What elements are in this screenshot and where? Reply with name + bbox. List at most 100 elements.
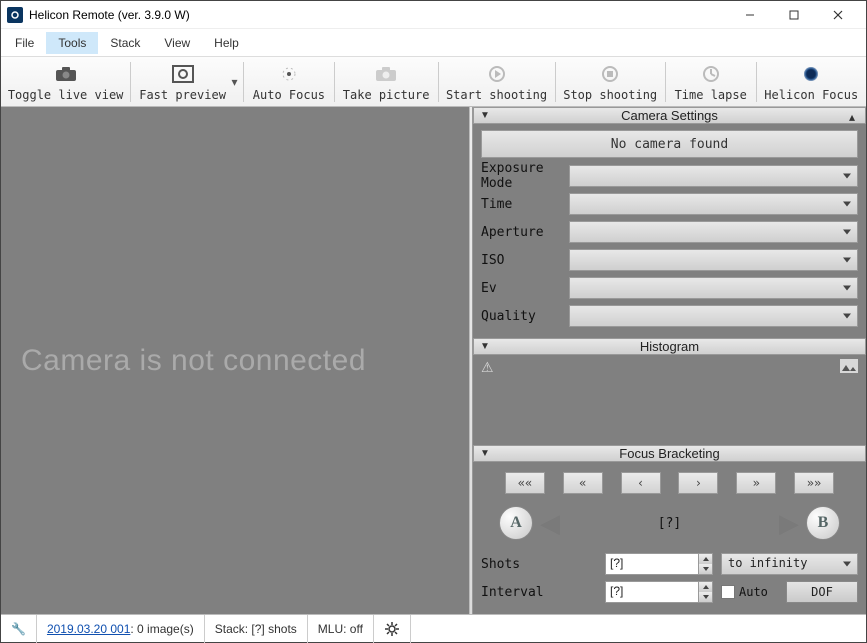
focus-bracketing-header[interactable]: ▼ Focus Bracketing [473,445,866,462]
start-shooting-label: Start shooting [446,88,547,102]
right-panel: ▼ Camera Settings ▴ No camera found Expo… [473,107,866,614]
autofocus-icon [277,62,301,86]
fast-preview-button[interactable]: Fast preview [135,58,230,106]
menu-help[interactable]: Help [202,32,251,54]
tools-status-icon[interactable]: 🔧 [1,615,37,643]
focus-bracketing-body: «« « ‹ › » »» A ◀ [?] ▶ B Shots [?] to i… [473,462,866,614]
interval-label: Interval [481,585,605,600]
interval-down[interactable] [698,592,712,602]
exposure-mode-label: Exposure Mode [481,161,569,191]
aperture-label: Aperture [481,225,569,240]
clock-icon [699,62,723,86]
menu-file[interactable]: File [3,32,46,54]
fast-preview-label: Fast preview [139,88,226,102]
separator [665,62,666,102]
camera-light-icon [374,62,398,86]
interval-value: [?] [610,584,623,598]
separator [130,62,131,102]
auto-checkbox[interactable] [721,585,735,599]
next-arrow-icon[interactable]: ▶ [772,506,806,540]
settings-gear[interactable] [374,615,411,643]
window-title: Helicon Remote (ver. 3.9.0 W) [29,8,728,22]
quality-label: Quality [481,309,569,324]
maximize-button[interactable] [772,1,816,29]
time-combo[interactable] [569,193,858,215]
nav-far-left-button[interactable]: «« [505,472,545,494]
gear-stop-icon [598,62,622,86]
nav-right-button[interactable]: » [736,472,776,494]
menu-view[interactable]: View [152,32,202,54]
camera-settings-body: No camera found Exposure Mode Time Apert… [473,124,866,338]
aperture-combo[interactable] [569,221,858,243]
time-lapse-button[interactable]: Time lapse [670,58,752,106]
session-link[interactable]: 2019.03.20 001 [47,622,130,636]
minimize-button[interactable] [728,1,772,29]
exposure-mode-combo[interactable] [569,165,858,187]
interval-up[interactable] [698,582,712,592]
nav-step-right-button[interactable]: › [678,472,718,494]
auto-focus-button[interactable]: Auto Focus [248,58,330,106]
stop-shooting-label: Stop shooting [563,88,657,102]
collapse-icon: ▼ [480,110,490,121]
close-button[interactable] [816,1,860,29]
stop-shooting-button[interactable]: Stop shooting [559,58,660,106]
prev-arrow-icon[interactable]: ◀ [533,506,567,540]
preview-icon [171,62,195,86]
histogram-header[interactable]: ▼ Histogram [473,338,866,355]
warning-icon: ⚠ [481,359,494,376]
set-point-a-button[interactable]: A [499,506,533,540]
separator [334,62,335,102]
collapse-icon: ▼ [480,341,490,352]
menubar: File Tools Stack View Help [1,29,866,57]
panel-gap [473,432,866,445]
shots-up[interactable] [698,554,712,564]
menu-stack[interactable]: Stack [98,32,152,54]
preview-message: Camera is not connected [21,344,366,378]
dof-button[interactable]: DOF [786,581,858,603]
set-point-b-button[interactable]: B [806,506,840,540]
shots-value: [?] [610,556,623,570]
toggle-live-view-button[interactable]: Toggle live view [5,58,126,106]
shots-spinner[interactable]: [?] [605,553,713,575]
separator [555,62,556,102]
no-camera-banner: No camera found [481,130,858,158]
ev-combo[interactable] [569,277,858,299]
gear-play-icon [485,62,509,86]
separator [243,62,244,102]
mlu-cell: MLU: off [308,615,374,643]
helicon-focus-label: Helicon Focus [764,88,858,102]
fast-preview-dropdown[interactable]: ▾ [230,75,239,89]
collapse-icon: ▼ [480,448,490,459]
iso-label: ISO [481,253,569,268]
take-picture-button[interactable]: Take picture [339,58,434,106]
stack-cell: Stack: [?] shots [205,615,308,643]
helicon-focus-button[interactable]: Helicon Focus [760,58,861,106]
separator [438,62,439,102]
nav-step-left-button[interactable]: ‹ [621,472,661,494]
camera-settings-header[interactable]: ▼ Camera Settings ▴ [473,107,866,124]
quality-combo[interactable] [569,305,858,327]
histogram-body: ⚠ [473,355,866,432]
auto-label: Auto [739,585,768,599]
image-icon[interactable] [840,359,858,373]
shots-down[interactable] [698,564,712,574]
histogram-title: Histogram [474,339,865,354]
preview-area: Camera is not connected [1,107,469,614]
camera-icon [54,62,78,86]
auto-focus-label: Auto Focus [253,88,325,102]
toggle-live-view-label: Toggle live view [8,88,124,102]
start-shooting-button[interactable]: Start shooting [442,58,550,106]
nav-far-right-button[interactable]: »» [794,472,834,494]
menu-tools[interactable]: Tools [46,32,98,54]
app-icon [7,7,23,23]
expand-icon[interactable]: ▴ [849,110,861,122]
direction-combo[interactable]: to infinity [721,553,858,575]
separator [756,62,757,102]
camera-settings-title: Camera Settings [474,108,865,123]
shots-label: Shots [481,557,605,572]
iso-combo[interactable] [569,249,858,271]
nav-left-button[interactable]: « [563,472,603,494]
session-images: : 0 image(s) [130,622,193,636]
gear-icon [384,621,400,637]
interval-spinner[interactable]: [?] [605,581,713,603]
